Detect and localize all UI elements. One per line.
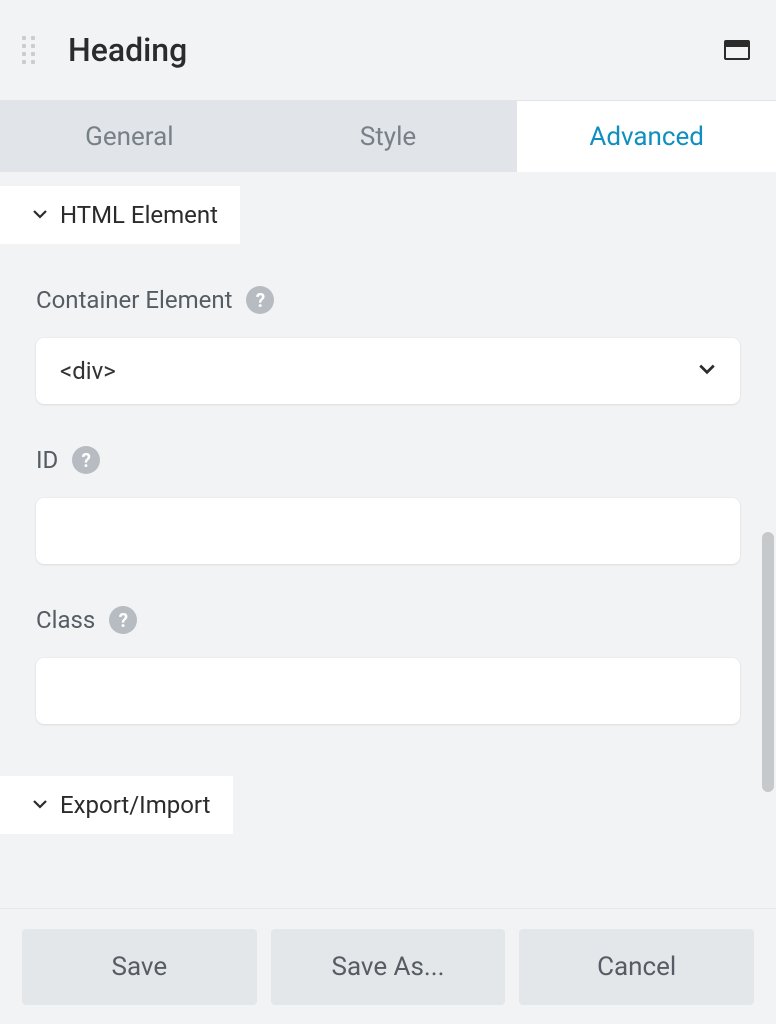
drag-handle-icon[interactable] — [16, 32, 40, 68]
panel-title: Heading — [68, 31, 724, 69]
label-id: ID — [36, 446, 58, 474]
scrollbar-thumb[interactable] — [762, 532, 774, 792]
help-icon[interactable]: ? — [109, 606, 137, 634]
chevron-down-icon — [32, 205, 48, 225]
cancel-button[interactable]: Cancel — [519, 929, 754, 1005]
section-content-html-element: Container Element ? <div> ID ? — [0, 244, 776, 776]
chevron-down-icon — [32, 795, 48, 815]
select-value-container-element: <div> — [60, 357, 116, 385]
section-toggle-html-element[interactable]: HTML Element — [0, 186, 240, 244]
label-container-element: Container Element — [36, 286, 232, 314]
title-bar: Heading — [0, 0, 776, 100]
tab-advanced[interactable]: Advanced — [517, 101, 776, 172]
input-class[interactable] — [36, 658, 740, 724]
section-title-html-element: HTML Element — [60, 201, 218, 229]
label-row-class: Class ? — [36, 606, 740, 634]
tab-style[interactable]: Style — [259, 101, 518, 172]
tabs: General Style Advanced — [0, 100, 776, 172]
select-container-element[interactable]: <div> — [36, 338, 740, 404]
label-row-container-element: Container Element ? — [36, 286, 740, 314]
window-mode-icon[interactable] — [724, 40, 750, 60]
field-id: ID ? — [36, 446, 740, 564]
panel-body: HTML Element Container Element ? <div> — [0, 172, 776, 908]
field-class: Class ? — [36, 606, 740, 724]
settings-panel: Heading General Style Advanced HTML Elem… — [0, 0, 776, 1024]
help-icon[interactable]: ? — [246, 286, 274, 314]
footer: Save Save As... Cancel — [0, 908, 776, 1024]
field-container-element: Container Element ? <div> — [36, 286, 740, 404]
label-row-id: ID ? — [36, 446, 740, 474]
section-toggle-export-import[interactable]: Export/Import — [0, 776, 233, 834]
help-icon[interactable]: ? — [72, 446, 100, 474]
label-class: Class — [36, 606, 95, 634]
save-button[interactable]: Save — [22, 929, 257, 1005]
input-id[interactable] — [36, 498, 740, 564]
save-as-button[interactable]: Save As... — [271, 929, 506, 1005]
section-title-export-import: Export/Import — [60, 791, 211, 819]
chevron-down-icon — [698, 359, 716, 383]
tab-general[interactable]: General — [0, 101, 259, 172]
